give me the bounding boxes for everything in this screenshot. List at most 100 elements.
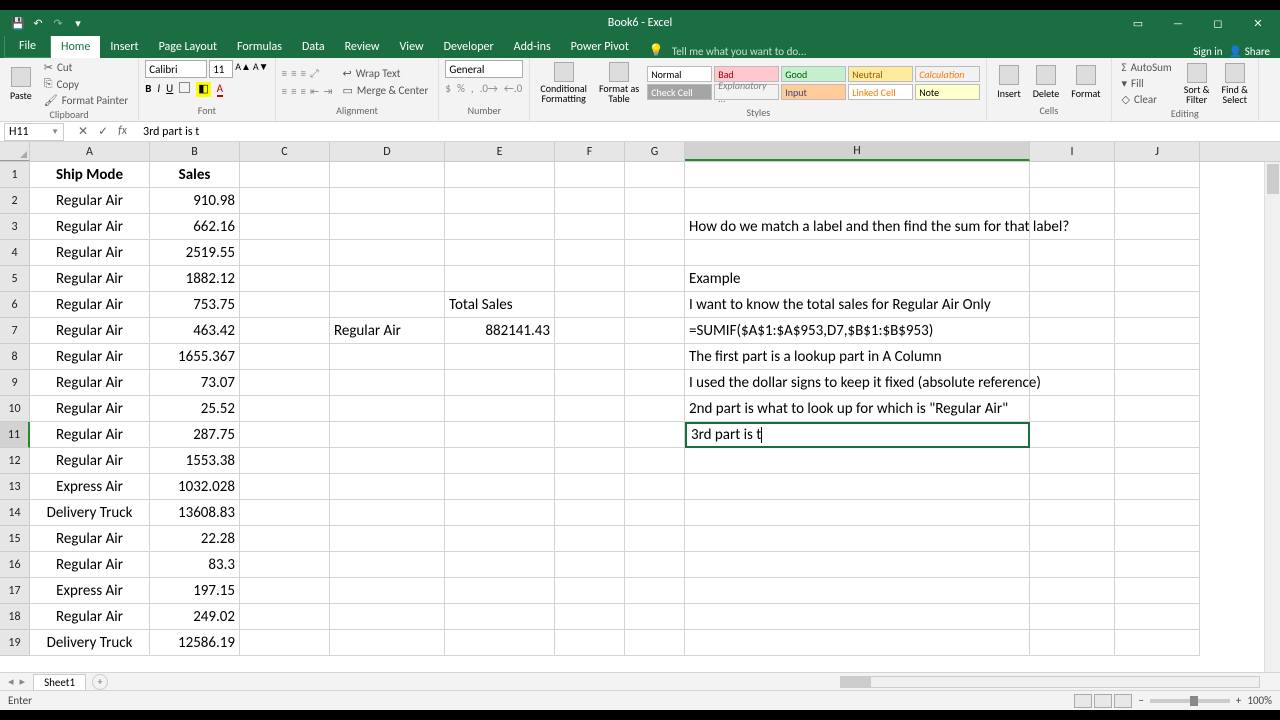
cell-F3[interactable]	[555, 214, 625, 240]
redo-icon[interactable]: ↷	[50, 15, 66, 31]
cell-D15[interactable]	[330, 526, 445, 552]
cell-F15[interactable]	[555, 526, 625, 552]
cell-H5[interactable]: Example	[685, 266, 1030, 292]
cell-B13[interactable]: 1032.028	[150, 474, 240, 500]
increase-decimal-icon[interactable]: .0→	[480, 82, 498, 95]
cell-D6[interactable]	[330, 292, 445, 318]
cell-A3[interactable]: Regular Air	[30, 214, 150, 240]
cell-B6[interactable]: 753.75	[150, 292, 240, 318]
cell-I18[interactable]	[1030, 604, 1115, 630]
cell-H7[interactable]: =SUMIF($A$1:$A$953,D7,$B$1:$B$953)	[685, 318, 1030, 344]
cell-B5[interactable]: 1882.12	[150, 266, 240, 292]
cell-E7[interactable]: 882141.43	[445, 318, 555, 344]
style-note[interactable]: Note	[915, 84, 980, 100]
tell-me-input[interactable]: Tell me what you want to do...	[664, 45, 807, 58]
cell-A11[interactable]: Regular Air	[30, 422, 150, 448]
cell-E13[interactable]	[445, 474, 555, 500]
row-header[interactable]: 17	[0, 578, 30, 604]
ribbon-options-icon[interactable]: ▭	[1124, 13, 1152, 33]
align-mid-icon[interactable]: ≡	[291, 67, 296, 81]
cell-G17[interactable]	[625, 578, 685, 604]
style-good[interactable]: Good	[781, 66, 846, 82]
cell-G15[interactable]	[625, 526, 685, 552]
cell-C8[interactable]	[240, 344, 330, 370]
cell-H16[interactable]	[685, 552, 1030, 578]
cell-E8[interactable]	[445, 344, 555, 370]
row-header[interactable]: 12	[0, 448, 30, 474]
cut-button[interactable]: ✂Cut	[40, 60, 132, 75]
cell-A8[interactable]: Regular Air	[30, 344, 150, 370]
cell-F12[interactable]	[555, 448, 625, 474]
cell-D17[interactable]	[330, 578, 445, 604]
tab-view[interactable]: View	[390, 36, 434, 58]
col-header-I[interactable]: I	[1030, 142, 1115, 161]
zoom-out-button[interactable]: −	[1138, 694, 1143, 707]
cell-E5[interactable]	[445, 266, 555, 292]
fill-button[interactable]: ▾Fill	[1118, 76, 1176, 91]
cell-H4[interactable]	[685, 240, 1030, 266]
cell-A1[interactable]: Ship Mode	[30, 162, 150, 188]
cell-I5[interactable]	[1030, 266, 1115, 292]
cell-G5[interactable]	[625, 266, 685, 292]
cell-D13[interactable]	[330, 474, 445, 500]
cell-D4[interactable]	[330, 240, 445, 266]
cell-B12[interactable]: 1553.38	[150, 448, 240, 474]
decrease-decimal-icon[interactable]: ←.0	[504, 82, 522, 95]
select-all-corner[interactable]	[0, 142, 30, 161]
cell-B10[interactable]: 25.52	[150, 396, 240, 422]
cell-G3[interactable]	[625, 214, 685, 240]
row-header[interactable]: 8	[0, 344, 30, 370]
row-header[interactable]: 11	[0, 422, 30, 448]
tab-insert[interactable]: Insert	[100, 36, 148, 58]
cell-H1[interactable]	[685, 162, 1030, 188]
cell-E3[interactable]	[445, 214, 555, 240]
cell-H2[interactable]	[685, 188, 1030, 214]
cell-G6[interactable]	[625, 292, 685, 318]
sheet-prev-icon[interactable]: ◂	[8, 675, 14, 688]
cell-J17[interactable]	[1115, 578, 1200, 604]
cell-A18[interactable]: Regular Air	[30, 604, 150, 630]
col-header-G[interactable]: G	[625, 142, 685, 161]
tab-data[interactable]: Data	[292, 36, 335, 58]
cell-I7[interactable]	[1030, 318, 1115, 344]
tab-review[interactable]: Review	[335, 36, 390, 58]
cell-A15[interactable]: Regular Air	[30, 526, 150, 552]
view-pagelayout-button[interactable]	[1094, 694, 1112, 708]
cell-F17[interactable]	[555, 578, 625, 604]
row-header[interactable]: 7	[0, 318, 30, 344]
cell-H3[interactable]: How do we match a label and then find th…	[685, 214, 1030, 240]
italic-button[interactable]: I	[157, 82, 160, 97]
clear-button[interactable]: ◇Clear	[1118, 92, 1176, 107]
row-header[interactable]: 9	[0, 370, 30, 396]
cell-J9[interactable]	[1115, 370, 1200, 396]
cell-D5[interactable]	[330, 266, 445, 292]
cell-A17[interactable]: Express Air	[30, 578, 150, 604]
comma-icon[interactable]: ,	[471, 82, 474, 95]
formula-input[interactable]: 3rd part is t	[137, 125, 1280, 139]
col-header-D[interactable]: D	[330, 142, 445, 161]
cell-A12[interactable]: Regular Air	[30, 448, 150, 474]
paste-button[interactable]: Paste	[6, 65, 36, 104]
cell-D1[interactable]	[330, 162, 445, 188]
cell-D10[interactable]	[330, 396, 445, 422]
row-header[interactable]: 5	[0, 266, 30, 292]
cell-E2[interactable]	[445, 188, 555, 214]
col-header-F[interactable]: F	[555, 142, 625, 161]
row-header[interactable]: 2	[0, 188, 30, 214]
cell-A7[interactable]: Regular Air	[30, 318, 150, 344]
cell-E12[interactable]	[445, 448, 555, 474]
cell-F1[interactable]	[555, 162, 625, 188]
cell-J14[interactable]	[1115, 500, 1200, 526]
cell-C3[interactable]	[240, 214, 330, 240]
row-header[interactable]: 15	[0, 526, 30, 552]
cell-F13[interactable]	[555, 474, 625, 500]
cell-J15[interactable]	[1115, 526, 1200, 552]
fx-icon[interactable]: fx	[118, 124, 127, 139]
style-neutral[interactable]: Neutral	[848, 66, 913, 82]
enter-formula-icon[interactable]: ✓	[98, 124, 108, 139]
vscroll-thumb[interactable]	[1267, 164, 1279, 194]
cell-D3[interactable]	[330, 214, 445, 240]
cell-C9[interactable]	[240, 370, 330, 396]
currency-icon[interactable]: $	[445, 82, 451, 95]
cell-E17[interactable]	[445, 578, 555, 604]
